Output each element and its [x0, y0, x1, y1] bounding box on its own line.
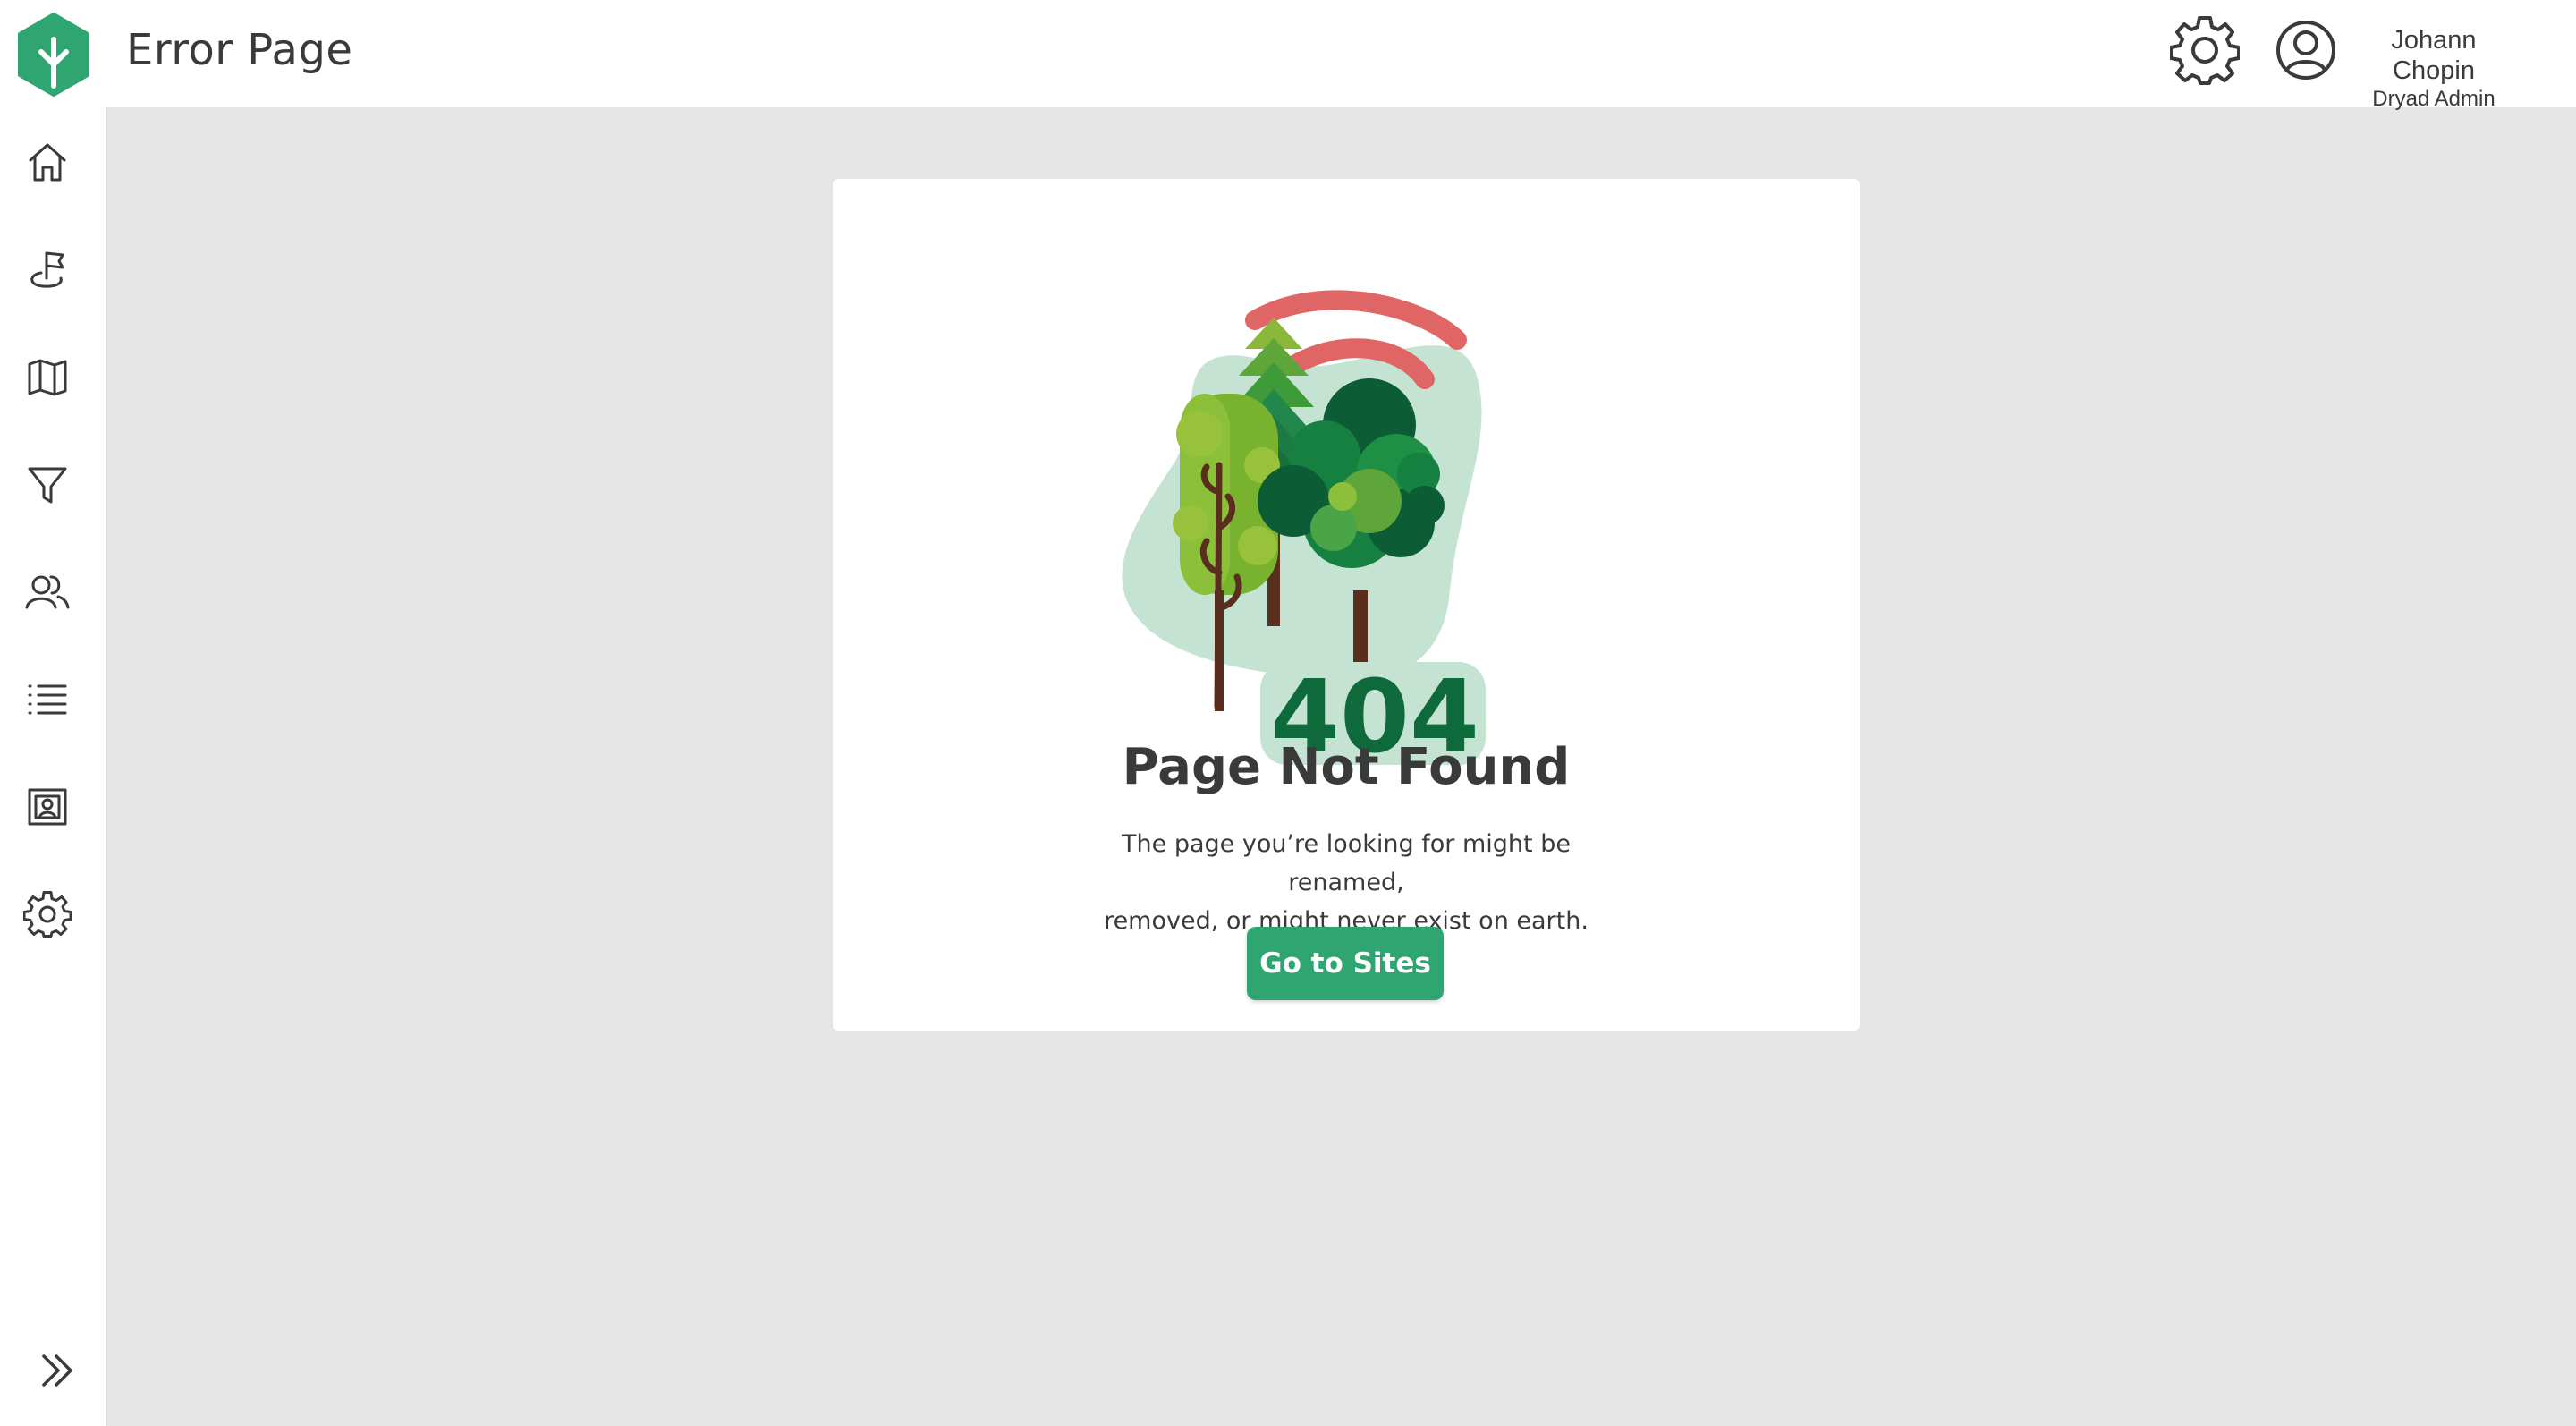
sidebar — [0, 107, 107, 1426]
sidebar-item-planting-sites[interactable] — [23, 246, 72, 294]
home-icon — [29, 143, 66, 182]
user-info[interactable]: Johann Chopin Dryad Admin — [2349, 25, 2519, 113]
user-name: Johann Chopin — [2391, 26, 2477, 85]
user-role: Dryad Admin — [2372, 87, 2496, 111]
error-card: 404 Page Not Found The page you’re looki… — [833, 179, 1860, 1031]
sidebar-item-map[interactable] — [23, 353, 72, 402]
dryad-logo-icon[interactable] — [16, 13, 91, 97]
settings-gear-icon[interactable] — [2170, 16, 2240, 86]
gear-icon — [22, 891, 72, 938]
people-icon — [25, 575, 70, 609]
go-to-sites-button[interactable]: Go to Sites — [1247, 927, 1444, 1000]
error-title: Page Not Found — [1122, 738, 1571, 796]
map-icon — [28, 359, 67, 396]
page-title: Error Page — [126, 25, 353, 75]
sidebar-item-list[interactable] — [23, 675, 72, 724]
error-description: The page you’re looking for might be ren… — [1078, 825, 1614, 940]
double-chevron-right-icon — [42, 1354, 72, 1387]
sidebar-item-gallery[interactable] — [23, 783, 72, 831]
sidebar-item-filter[interactable] — [23, 461, 72, 509]
sidebar-item-settings[interactable] — [22, 890, 72, 938]
image-gallery-icon — [28, 788, 67, 826]
error-description-line-1: The page you’re looking for might be ren… — [1122, 830, 1571, 896]
sidebar-item-users[interactable] — [23, 568, 72, 616]
list-icon — [28, 684, 67, 715]
sidebar-item-home[interactable] — [23, 139, 72, 187]
user-avatar-icon[interactable] — [2274, 18, 2338, 82]
top-bar: Error Page Johann Chopin Dryad Admin — [0, 0, 2576, 111]
planting-site-icon — [30, 251, 64, 288]
sidebar-collapse-button[interactable] — [39, 1349, 75, 1392]
filter-icon — [28, 467, 67, 504]
